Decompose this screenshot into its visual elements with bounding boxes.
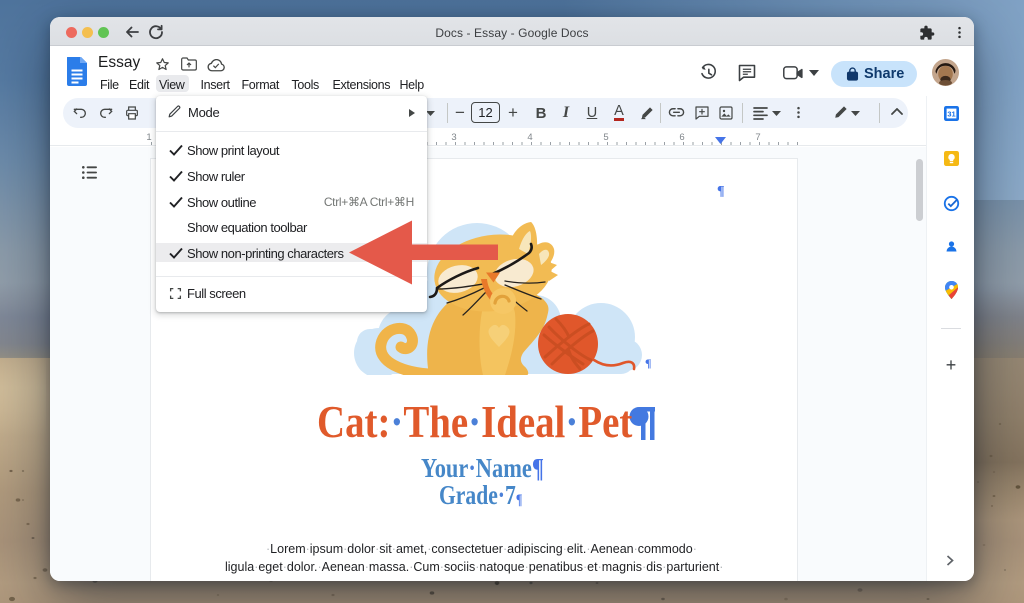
svg-text:31: 31 [947,109,955,118]
